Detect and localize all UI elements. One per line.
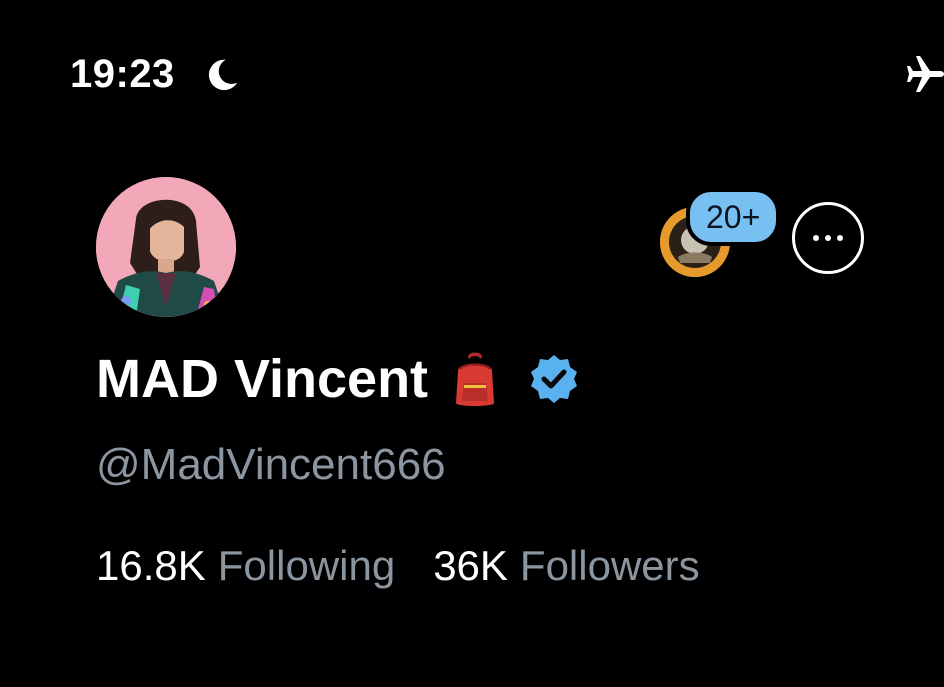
more-options-button[interactable] (792, 202, 864, 274)
backpack-icon (456, 352, 495, 406)
profile-avatar[interactable] (96, 177, 236, 317)
display-name: MAD Vincent (96, 349, 429, 409)
name-row: MAD Vincent (96, 346, 580, 412)
more-options-icon (813, 235, 843, 241)
moon-icon (208, 59, 238, 91)
following-label: Following (217, 542, 396, 589)
followers-label: Followers (519, 542, 700, 589)
verified-badge-icon (531, 355, 578, 403)
followers-count: 36K (433, 542, 508, 589)
profile-handle: @MadVincent666 (96, 440, 446, 489)
followers-stat[interactable]: 36K Followers (433, 538, 699, 594)
status-bar: 19:23 (0, 0, 944, 130)
status-time: 19:23 (70, 52, 175, 96)
follow-stats: 16.8K Following 36K Followers (96, 538, 700, 594)
followed-by-count-badge[interactable]: 20+ (686, 188, 781, 246)
following-count: 16.8K (96, 542, 206, 589)
following-stat[interactable]: 16.8K Following (96, 538, 395, 594)
airplane-icon (907, 56, 944, 92)
avatar-illustration (96, 177, 236, 317)
